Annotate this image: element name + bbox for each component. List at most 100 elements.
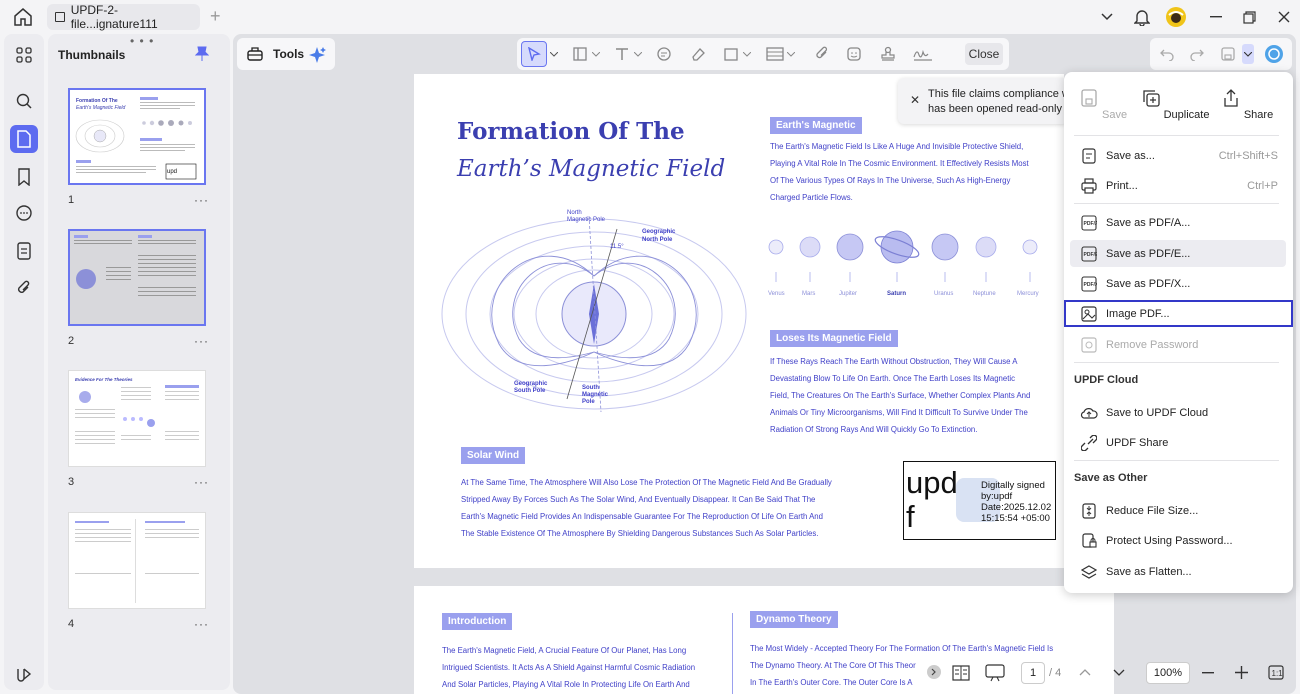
menu-share-button[interactable]: Share — [1212, 88, 1282, 121]
menu-protect-password[interactable]: Protect Using Password... — [1070, 527, 1286, 554]
chevron-down-icon[interactable] — [633, 43, 643, 65]
menu-divider — [1074, 362, 1279, 363]
minimize-icon[interactable] — [1207, 6, 1225, 28]
svg-text:PDF/E: PDF/E — [1084, 252, 1098, 258]
svg-text:PDF/A: PDF/A — [1084, 221, 1098, 227]
thumbnails-panel: • • • Thumbnails Formation Of The Earth'… — [48, 34, 230, 690]
close-tools-button[interactable]: Close — [965, 43, 1003, 65]
pdf-page-1[interactable]: Formation Of The Earth’s Magnetic Field … — [414, 74, 1064, 568]
previous-page-icon[interactable] — [1079, 668, 1091, 676]
redo-icon[interactable] — [1190, 47, 1204, 61]
thumbnail-page-3[interactable]: Evidence For The Theories — [68, 370, 206, 467]
planet-label: Venus — [768, 291, 785, 297]
restore-icon[interactable] — [1240, 6, 1258, 28]
svg-text:Earth's Magnetic Field: Earth's Magnetic Field — [76, 105, 126, 111]
thumbnail-more-button[interactable]: ··· — [194, 617, 209, 631]
signature-icon[interactable] — [912, 43, 934, 65]
menu-updf-share[interactable]: UPDF Share — [1070, 429, 1286, 456]
paragraph-earths: The Earth's Magnetic Field Is Like A Hug… — [770, 142, 1029, 202]
pin-icon[interactable] — [195, 46, 209, 62]
thumbnail-page-2[interactable] — [68, 229, 206, 326]
menu-duplicate-label: Duplicate — [1163, 109, 1210, 121]
search-icon[interactable] — [10, 87, 38, 115]
actual-size-icon[interactable]: 1:1 — [1268, 665, 1284, 680]
menu-remove-password[interactable]: Remove Password — [1070, 331, 1286, 358]
document-tab[interactable]: UPDF-2-file...ignature111 — [47, 3, 200, 31]
zoom-level-input[interactable]: 100% — [1146, 662, 1190, 684]
page-layout-icon[interactable] — [952, 665, 970, 681]
chevron-down-icon[interactable] — [591, 43, 601, 65]
stamp-icon[interactable] — [877, 43, 899, 65]
section-heading: Earth's Magnetic — [770, 117, 862, 134]
paperclip-icon[interactable] — [811, 43, 833, 65]
chevron-down-icon[interactable] — [786, 43, 796, 65]
menu-print[interactable]: Print... Ctrl+P — [1070, 172, 1286, 199]
undo-icon[interactable] — [1160, 47, 1174, 61]
menu-save-as[interactable]: Save as... Ctrl+Shift+S — [1070, 142, 1286, 169]
menu-reduce-size[interactable]: Reduce File Size... — [1070, 497, 1286, 524]
duplicate-icon — [1142, 90, 1160, 107]
menu-save-pdfa[interactable]: PDF/A Save as PDF/A... — [1070, 209, 1286, 236]
text-tool-icon[interactable] — [611, 43, 633, 65]
thumbnail-more-button[interactable]: ··· — [194, 475, 209, 489]
presentation-icon[interactable] — [985, 664, 1005, 682]
thumbnail-page-1[interactable]: Formation Of The Earth's Magnetic Field … — [68, 88, 206, 185]
menu-save-flatten[interactable]: Save as Flatten... — [1070, 558, 1286, 585]
section-heading: Solar Wind — [461, 447, 526, 464]
forms-icon[interactable] — [10, 237, 38, 265]
eraser-icon[interactable] — [687, 43, 709, 65]
close-window-icon[interactable] — [1275, 6, 1293, 28]
digital-signature-field[interactable]: upd f Digitally signed by:updf Date:2025… — [903, 461, 1056, 540]
zoom-out-icon[interactable] — [1202, 672, 1214, 674]
ai-sparkle-icon[interactable] — [309, 46, 327, 64]
zoom-in-icon[interactable] — [1235, 666, 1248, 679]
geographic-north-label: Geographic North Pole — [642, 229, 676, 243]
bell-icon[interactable] — [1132, 6, 1152, 28]
pdf-page-2[interactable]: Introduction The Earth's Magnetic Field,… — [414, 586, 1114, 694]
add-tab-button[interactable]: + — [210, 6, 221, 27]
menu-image-pdf[interactable]: Image PDF... — [1064, 300, 1293, 327]
save-dropdown-chevron-icon[interactable] — [1242, 44, 1254, 64]
column-divider — [732, 613, 733, 694]
left-rail — [4, 34, 44, 690]
chevron-down-icon[interactable] — [742, 43, 752, 65]
menu-save-pdfe[interactable]: PDF/E Save as PDF/E... — [1070, 240, 1286, 267]
close-notice-icon[interactable]: ✕ — [910, 93, 920, 107]
menu-divider — [1074, 203, 1279, 204]
select-tool-icon[interactable] — [521, 41, 547, 67]
chevron-down-icon[interactable] — [549, 43, 559, 65]
menu-save-pdfx[interactable]: PDF/X Save as PDF/X... — [1070, 270, 1286, 297]
menu-save-cloud[interactable]: Save to UPDF Cloud — [1070, 399, 1286, 426]
sticker-icon[interactable] — [843, 43, 865, 65]
highlight-area-icon[interactable] — [569, 43, 591, 65]
planet-label: Uranus — [934, 291, 954, 297]
paragraph-loses: If These Rays Reach The Earth Without Ob… — [770, 357, 1031, 434]
avatar[interactable] — [1164, 6, 1188, 28]
thumbnail-more-button[interactable]: ··· — [194, 193, 209, 207]
attachment-icon[interactable] — [10, 274, 38, 302]
chevron-down-icon[interactable] — [1098, 6, 1116, 28]
updf-logo-icon[interactable] — [10, 660, 38, 688]
svg-text:Formation Of The: Formation Of The — [76, 98, 118, 104]
thumbnail-more-button[interactable]: ··· — [194, 334, 209, 348]
menu-duplicate-button[interactable]: Duplicate — [1140, 88, 1210, 121]
organize-pages-icon[interactable] — [10, 41, 38, 69]
next-page-icon[interactable] — [1113, 669, 1125, 677]
thumbnail-page-4[interactable] — [68, 512, 206, 609]
stamp-area-icon[interactable] — [764, 43, 786, 65]
home-icon[interactable] — [12, 7, 34, 27]
doc-title-line1: Formation Of The — [457, 118, 685, 145]
save-icon[interactable] — [1220, 46, 1236, 62]
layers-icon — [1080, 563, 1098, 581]
panel-grip[interactable]: • • • — [130, 34, 154, 48]
menu-save-button[interactable]: Save — [1068, 88, 1138, 121]
updf-ai-icon[interactable] — [1264, 44, 1284, 64]
rectangle-icon[interactable] — [720, 43, 742, 65]
comments-icon[interactable] — [10, 199, 38, 227]
thumbnails-icon[interactable] — [10, 125, 38, 153]
expand-nav-icon[interactable] — [927, 665, 941, 679]
pdfa-icon: PDF/A — [1080, 214, 1098, 232]
bookmark-icon[interactable] — [10, 163, 38, 191]
page-number-input[interactable]: 1 — [1021, 662, 1045, 684]
comment-icon[interactable] — [653, 43, 675, 65]
